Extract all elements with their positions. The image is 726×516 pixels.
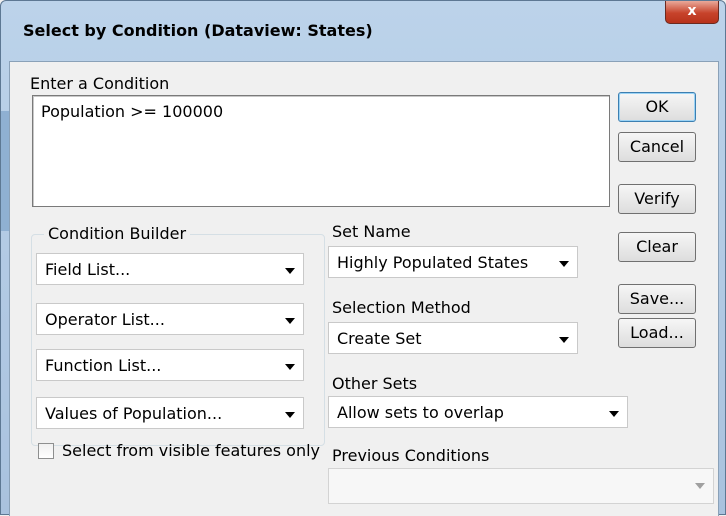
clear-button[interactable]: Clear bbox=[618, 232, 696, 262]
chevron-down-icon bbox=[285, 412, 295, 418]
selection-method-label: Selection Method bbox=[332, 298, 471, 317]
close-button[interactable]: x bbox=[665, 1, 719, 24]
set-name-value: Highly Populated States bbox=[337, 253, 529, 272]
condition-input[interactable]: Population >= 100000 bbox=[32, 95, 610, 207]
values-list-value: Values of Population... bbox=[45, 404, 223, 423]
save-button[interactable]: Save... bbox=[618, 284, 696, 314]
field-list-value: Field List... bbox=[45, 260, 131, 279]
set-name-label: Set Name bbox=[332, 222, 411, 241]
condition-builder-title: Condition Builder bbox=[44, 224, 191, 243]
title-bar[interactable]: Select by Condition (Dataview: States) x bbox=[1, 1, 725, 61]
window-edge bbox=[1, 111, 9, 231]
close-icon: x bbox=[687, 3, 697, 19]
selection-method-value: Create Set bbox=[337, 329, 422, 348]
load-button[interactable]: Load... bbox=[618, 318, 696, 348]
cancel-button[interactable]: Cancel bbox=[618, 132, 696, 162]
dialog-body: Enter a Condition Population >= 100000 O… bbox=[9, 61, 719, 516]
condition-text: Population >= 100000 bbox=[41, 102, 224, 121]
chevron-down-icon bbox=[559, 337, 569, 343]
operator-list-dropdown[interactable]: Operator List... bbox=[36, 303, 304, 335]
selection-method-dropdown[interactable]: Create Set bbox=[328, 322, 578, 354]
window-title: Select by Condition (Dataview: States) bbox=[23, 21, 373, 40]
previous-conditions-dropdown[interactable] bbox=[328, 468, 714, 504]
chevron-down-icon bbox=[695, 483, 705, 489]
set-name-dropdown[interactable]: Highly Populated States bbox=[328, 246, 578, 278]
operator-list-value: Operator List... bbox=[45, 310, 165, 329]
dialog-window: Select by Condition (Dataview: States) x… bbox=[0, 0, 726, 516]
chevron-down-icon bbox=[285, 318, 295, 324]
chevron-down-icon bbox=[609, 411, 619, 417]
visible-only-label[interactable]: Select from visible features only bbox=[62, 441, 320, 460]
chevron-down-icon bbox=[285, 268, 295, 274]
condition-label: Enter a Condition bbox=[30, 74, 170, 93]
function-list-dropdown[interactable]: Function List... bbox=[36, 349, 304, 381]
ok-button[interactable]: OK bbox=[618, 92, 696, 122]
visible-only-checkbox[interactable] bbox=[38, 443, 54, 459]
chevron-down-icon bbox=[285, 364, 295, 370]
verify-button[interactable]: Verify bbox=[618, 184, 696, 214]
previous-conditions-label: Previous Conditions bbox=[332, 446, 490, 465]
other-sets-label: Other Sets bbox=[332, 374, 418, 393]
field-list-dropdown[interactable]: Field List... bbox=[36, 253, 304, 285]
chevron-down-icon bbox=[559, 261, 569, 267]
values-list-dropdown[interactable]: Values of Population... bbox=[36, 397, 304, 429]
other-sets-dropdown[interactable]: Allow sets to overlap bbox=[328, 396, 628, 428]
function-list-value: Function List... bbox=[45, 356, 162, 375]
other-sets-value: Allow sets to overlap bbox=[337, 403, 504, 422]
condition-builder-group: Condition Builder Field List... Operator… bbox=[31, 224, 325, 446]
